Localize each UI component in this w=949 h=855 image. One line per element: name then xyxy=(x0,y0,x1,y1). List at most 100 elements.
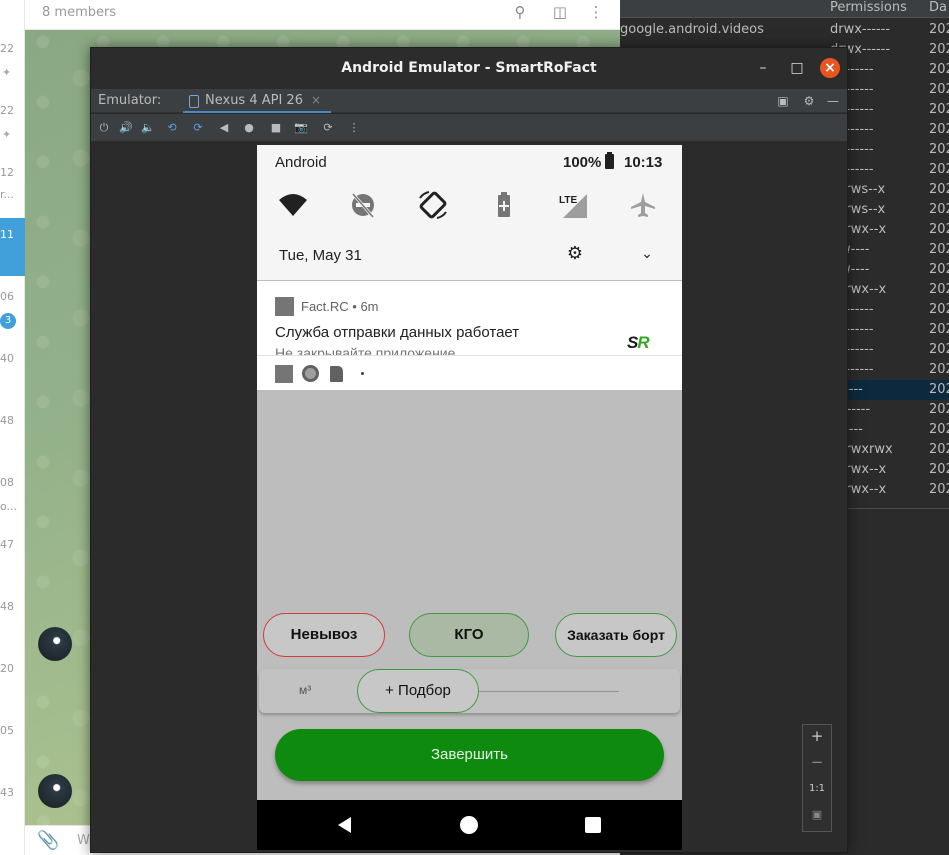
file-date: 202 xyxy=(929,142,949,157)
notification-card[interactable]: Fact.RC • 6m Служба отправки данных рабо… xyxy=(257,281,682,355)
attach-icon[interactable]: 📎 xyxy=(37,830,59,851)
nav-home-icon[interactable] xyxy=(459,815,479,835)
file-date: 202 xyxy=(929,22,949,37)
status-battery-percent: 100% xyxy=(563,154,602,171)
status-time: 10:13 xyxy=(624,154,663,171)
volume-input-underline[interactable] xyxy=(479,691,619,692)
chat-list-time: 47 xyxy=(0,538,14,551)
close-icon[interactable]: × xyxy=(820,58,840,78)
unread-badge: 3 xyxy=(0,313,16,329)
emulator-tab-bar: Emulator: Nexus 4 API 26 × ▣ ⚙ — xyxy=(91,89,847,113)
chat-list-time: 08 xyxy=(0,476,14,489)
zoom-out-button[interactable]: − xyxy=(803,751,831,773)
emulator-label: Emulator: xyxy=(98,93,162,108)
file-date: 202 xyxy=(929,442,949,457)
chevron-down-icon[interactable]: ⌄ xyxy=(637,244,657,264)
home-icon[interactable]: ● xyxy=(241,120,257,136)
auto-rotate-icon[interactable] xyxy=(417,190,449,220)
file-permissions: drwx------ xyxy=(830,22,891,37)
finish-button[interactable]: Завершить xyxy=(275,729,664,781)
smartrofact-logo: SR xyxy=(627,333,650,352)
column-permissions[interactable]: Permissions xyxy=(830,0,907,15)
fit-screen-icon[interactable]: ▣ xyxy=(803,804,831,826)
chat-list-time: 40 xyxy=(0,352,14,365)
camera-icon[interactable]: 📷 xyxy=(293,120,309,136)
airplane-mode-icon[interactable] xyxy=(627,190,659,220)
chat-list-time: 06 xyxy=(0,290,14,303)
app-notification-icon xyxy=(275,365,293,383)
file-date: 202 xyxy=(929,42,949,57)
chat-list-time: 48 xyxy=(0,600,14,613)
battery-saver-icon[interactable] xyxy=(488,190,520,220)
file-date: 202 xyxy=(929,322,949,337)
chat-list: 22 ✦ 22 ✦ 12 r... 11 06 3 40 48 08 o... … xyxy=(0,0,25,855)
more-icon[interactable]: ⋮ xyxy=(346,120,362,136)
power-icon[interactable]: ⏻ xyxy=(96,120,112,136)
chat-list-time: 11 xyxy=(0,228,14,241)
search-icon[interactable]: ⚲ xyxy=(511,3,529,21)
rotate-left-icon[interactable]: ⟲ xyxy=(164,120,180,136)
tab-close-icon[interactable]: × xyxy=(311,93,321,107)
hide-icon[interactable]: — xyxy=(825,93,841,109)
sync-icon xyxy=(302,365,319,382)
wifi-icon[interactable] xyxy=(277,190,309,220)
rotate-right-icon[interactable]: ⟳ xyxy=(190,120,206,136)
add-pickup-button[interactable]: + Подбор xyxy=(357,669,479,713)
chat-list-time: 12 xyxy=(0,166,14,179)
mobile-data-lte-icon[interactable]: LTE xyxy=(557,190,589,220)
chat-list-time: 05 xyxy=(0,724,14,737)
app-icon xyxy=(275,297,294,316)
zoom-in-button[interactable]: + xyxy=(803,725,831,747)
nav-recents-icon[interactable] xyxy=(583,815,603,835)
sd-card-icon xyxy=(330,366,343,382)
file-date: 202 xyxy=(929,102,949,117)
nav-back-icon[interactable] xyxy=(335,815,355,835)
maximize-icon[interactable]: □ xyxy=(787,58,807,78)
avatar[interactable] xyxy=(38,774,72,808)
volume-up-icon[interactable]: 🔊 xyxy=(118,120,134,136)
chat-list-selected-item[interactable] xyxy=(0,218,25,276)
overview-icon[interactable]: ■ xyxy=(268,120,284,136)
nevyvoz-button[interactable]: Невывоз xyxy=(263,613,385,657)
window-titlebar[interactable]: Android Emulator - SmartRoFact – □ × xyxy=(91,48,847,89)
file-date: 202 xyxy=(929,382,949,397)
sidebar-toggle-icon[interactable]: ◫ xyxy=(551,3,569,21)
status-carrier: Android xyxy=(275,154,327,171)
file-date: 202 xyxy=(929,222,949,237)
back-icon[interactable]: ◀ xyxy=(216,120,232,136)
volume-down-icon[interactable]: 🔈 xyxy=(140,120,156,136)
file-date: 202 xyxy=(929,182,949,197)
settings-gear-icon[interactable]: ⚙ xyxy=(565,244,585,264)
zoom-one-to-one-button[interactable]: 1:1 xyxy=(803,778,831,800)
pin-icon: ✦ xyxy=(2,128,12,141)
tab-device[interactable]: Nexus 4 API 26 × xyxy=(183,89,331,113)
chat-header: 8 members ⚲ ◫ ⋮ xyxy=(25,0,620,30)
emulator-window: Android Emulator - SmartRoFact – □ × Emu… xyxy=(90,47,848,853)
file-date: 202 xyxy=(929,422,949,437)
avatar[interactable] xyxy=(38,627,72,661)
pin-icon: ✦ xyxy=(2,66,12,79)
gear-icon[interactable]: ⚙ xyxy=(801,93,817,109)
file-date: 202 xyxy=(929,462,949,477)
kgo-button[interactable]: КГО xyxy=(409,613,529,657)
do-not-disturb-off-icon[interactable] xyxy=(347,190,379,220)
file-date: 202 xyxy=(929,202,949,217)
file-date: 202 xyxy=(929,82,949,97)
layout-icon[interactable]: ▣ xyxy=(775,93,791,109)
message-input[interactable]: W xyxy=(77,833,90,848)
file-date: 202 xyxy=(929,402,949,417)
column-date[interactable]: Da xyxy=(929,0,947,15)
more-icon[interactable]: ⋮ xyxy=(587,3,605,21)
minimize-icon[interactable]: – xyxy=(753,58,773,78)
file-row[interactable]: google.android.videos drwx------ 202 xyxy=(620,20,949,40)
order-truck-button[interactable]: Заказать борт xyxy=(555,613,677,657)
file-table-header: Permissions Da xyxy=(620,0,949,18)
android-screen[interactable]: Android 100% 10:13 LTE Tue, May 31 ⚙ ⌄ F… xyxy=(257,145,682,850)
chat-list-time: 48 xyxy=(0,414,14,427)
notification-shade: Android 100% 10:13 LTE Tue, May 31 ⚙ ⌄ xyxy=(257,145,682,280)
device-icon xyxy=(189,95,199,108)
file-date: 202 xyxy=(929,362,949,377)
chat-list-snippet: r... xyxy=(0,188,15,201)
file-date: 202 xyxy=(929,282,949,297)
snapshot-icon[interactable]: ⟳ xyxy=(320,120,336,136)
